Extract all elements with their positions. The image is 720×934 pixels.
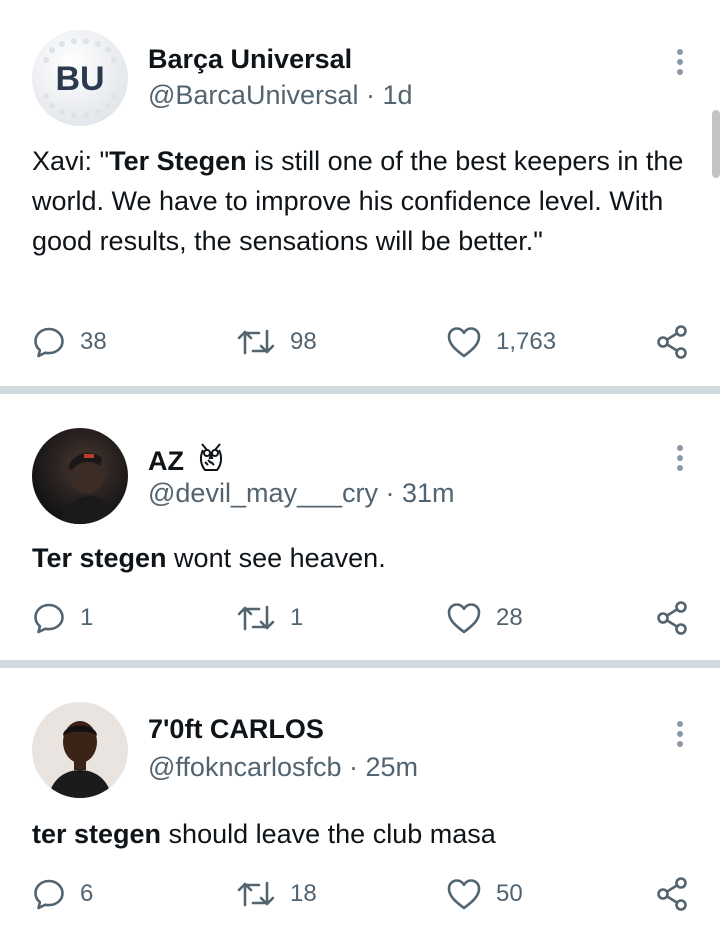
display-name[interactable]: AZ — [148, 440, 226, 477]
like-icon — [447, 603, 481, 634]
avatar-image — [60, 450, 116, 524]
handle-line: @BarcaUniversal · 1d — [148, 80, 413, 111]
like-count: 1,763 — [496, 328, 557, 355]
retweet-count: 1 — [290, 604, 304, 631]
share-button[interactable] — [654, 320, 690, 364]
tweet-carlos[interactable]: 7'0ft CARLOS @ffokncarlosfcb · 25m ter s… — [0, 668, 720, 934]
handle[interactable]: @BarcaUniversal — [148, 80, 358, 110]
handle[interactable]: @devil_may___cry — [148, 478, 378, 508]
tweet-actions: 1 1 28 — [0, 596, 720, 640]
share-button[interactable] — [654, 596, 690, 640]
separator: · — [358, 80, 383, 110]
retweet-button[interactable]: 1 — [236, 596, 303, 640]
retweet-icon — [237, 881, 275, 907]
tweet-barca-universal[interactable]: BU Barça Universal @BarcaUniversal · 1d … — [0, 0, 720, 386]
more-options-icon[interactable] — [668, 718, 692, 750]
retweet-icon — [237, 605, 275, 631]
timestamp[interactable]: 31m — [402, 478, 455, 508]
svg-text:BU: BU — [55, 60, 104, 98]
reply-count: 6 — [80, 880, 94, 907]
avatar-barca-universal[interactable]: BU — [32, 30, 128, 126]
timestamp[interactable]: 1d — [382, 80, 412, 110]
share-icon — [657, 601, 687, 635]
handle-line: @ffokncarlosfcb · 25m — [148, 752, 418, 783]
bold-mention: ter stegen — [32, 819, 162, 849]
like-icon — [447, 327, 481, 358]
reply-icon — [34, 603, 64, 634]
handle-line: @devil_may___cry · 31m — [148, 478, 455, 509]
avatar-az[interactable] — [32, 428, 128, 524]
like-button[interactable]: 50 — [446, 872, 523, 916]
tweet-text: Xavi: "Ter Stegen is still one of the be… — [32, 146, 684, 256]
reply-button[interactable]: 6 — [32, 872, 93, 916]
like-button[interactable]: 28 — [446, 596, 523, 640]
tweet-actions: 38 98 1,763 — [0, 320, 720, 364]
handle[interactable]: @ffokncarlosfcb — [148, 752, 342, 782]
share-button[interactable] — [654, 872, 690, 916]
reply-icon — [34, 879, 64, 910]
separator: · — [341, 752, 366, 782]
tweet-text: Ter stegen wont see heaven. — [32, 543, 386, 573]
reply-button[interactable]: 38 — [32, 320, 107, 364]
tweet-text: ter stegen should leave the club masa — [32, 819, 496, 849]
retweet-button[interactable]: 98 — [236, 320, 317, 364]
more-options-icon[interactable] — [668, 46, 692, 78]
share-icon — [657, 325, 687, 359]
more-options-icon[interactable] — [668, 442, 692, 474]
separator: · — [378, 478, 403, 508]
display-name[interactable]: Barça Universal — [148, 44, 352, 75]
owl-emoji — [199, 443, 222, 471]
avatar-carlos[interactable] — [32, 702, 128, 798]
like-icon — [447, 879, 481, 910]
share-icon — [657, 877, 687, 911]
tweet-divider — [0, 660, 720, 668]
bu-logo: BU — [43, 38, 117, 118]
like-count: 50 — [496, 880, 523, 907]
reply-count: 1 — [80, 604, 94, 631]
reply-button[interactable]: 1 — [32, 596, 93, 640]
retweet-count: 18 — [290, 880, 317, 907]
reply-icon — [34, 327, 64, 358]
bold-mention: Ter stegen — [32, 543, 167, 573]
like-count: 28 — [496, 604, 523, 631]
tweet-divider — [0, 386, 720, 394]
avatar-image — [48, 721, 112, 798]
display-name[interactable]: 7'0ft CARLOS — [148, 714, 324, 745]
retweet-icon — [237, 329, 275, 355]
bold-mention: Ter Stegen — [109, 146, 247, 176]
scrollbar[interactable] — [712, 110, 720, 178]
tweet-actions: 6 18 50 — [0, 872, 720, 916]
reply-count: 38 — [80, 328, 107, 355]
retweet-button[interactable]: 18 — [236, 872, 317, 916]
timestamp[interactable]: 25m — [366, 752, 419, 782]
tweet-az[interactable]: AZ @devil_may___cry · 31m Ter stegen won… — [0, 394, 720, 660]
retweet-count: 98 — [290, 328, 317, 355]
like-button[interactable]: 1,763 — [446, 320, 556, 364]
